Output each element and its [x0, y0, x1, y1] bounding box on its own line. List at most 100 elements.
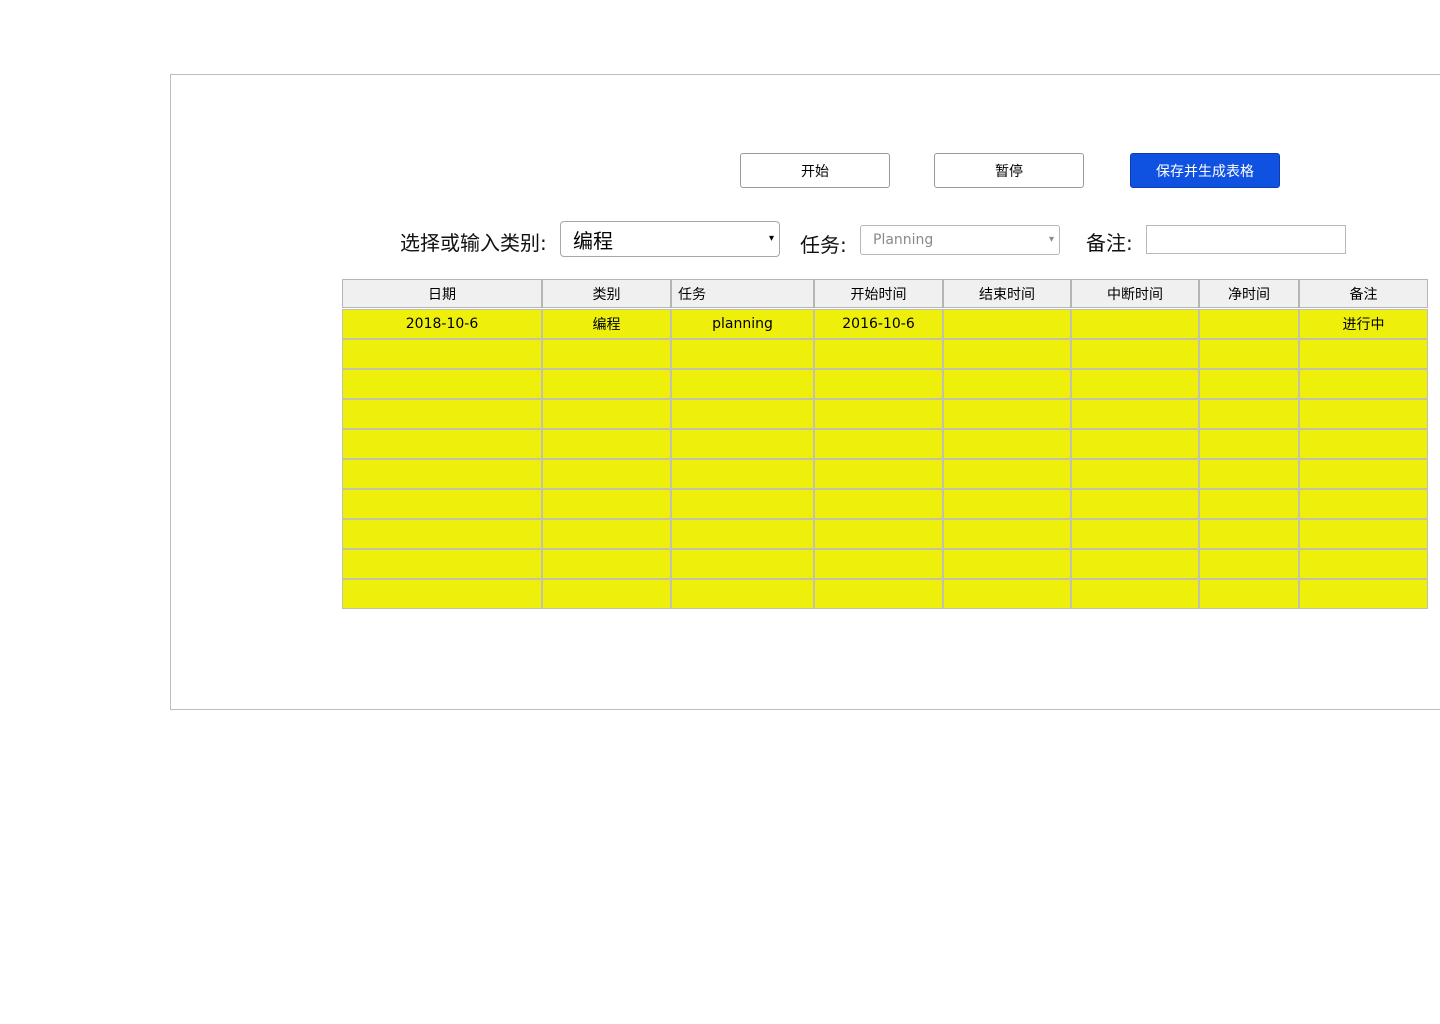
header-interrupt-time[interactable]: 中断时间: [1071, 279, 1199, 308]
table-cell[interactable]: [1199, 309, 1299, 339]
table-cell[interactable]: [342, 369, 542, 399]
table-cell[interactable]: [1071, 339, 1199, 369]
header-category[interactable]: 类别: [542, 279, 671, 308]
table-cell[interactable]: [943, 309, 1071, 339]
table-cell[interactable]: [814, 549, 943, 579]
table-cell[interactable]: [814, 339, 943, 369]
table-cell[interactable]: [342, 399, 542, 429]
table-cell[interactable]: [671, 399, 814, 429]
table-cell[interactable]: 编程: [542, 309, 671, 339]
task-select[interactable]: Planning ▾: [860, 225, 1060, 255]
table-cell[interactable]: [1299, 339, 1428, 369]
table-cell[interactable]: 2016-10-6: [814, 309, 943, 339]
table-cell[interactable]: [542, 459, 671, 489]
table-cell[interactable]: [1071, 549, 1199, 579]
table-cell[interactable]: [542, 549, 671, 579]
table-cell[interactable]: [342, 579, 542, 609]
table-cell[interactable]: [1299, 579, 1428, 609]
table-cell[interactable]: [671, 369, 814, 399]
dropdown-arrow-icon: ▾: [1048, 233, 1054, 245]
table-cell[interactable]: [1071, 519, 1199, 549]
save-and-generate-button[interactable]: 保存并生成表格: [1130, 153, 1280, 188]
header-note[interactable]: 备注: [1299, 279, 1428, 308]
category-select-value: 编程: [573, 228, 613, 253]
table-cell[interactable]: [814, 399, 943, 429]
table-cell[interactable]: [1071, 429, 1199, 459]
table-cell[interactable]: [671, 339, 814, 369]
table-cell[interactable]: [814, 429, 943, 459]
table-cell[interactable]: [1071, 309, 1199, 339]
table-cell[interactable]: [1199, 429, 1299, 459]
category-select[interactable]: 编程 ▾: [560, 221, 780, 257]
table-cell[interactable]: [1299, 549, 1428, 579]
table-cell[interactable]: [943, 549, 1071, 579]
table-cell[interactable]: [1299, 429, 1428, 459]
table-cell[interactable]: [1199, 399, 1299, 429]
table-cell[interactable]: [1299, 399, 1428, 429]
table-cell[interactable]: [814, 489, 943, 519]
header-start-time[interactable]: 开始时间: [814, 279, 943, 308]
pause-button[interactable]: 暂停: [934, 153, 1084, 188]
header-net-time[interactable]: 净时间: [1199, 279, 1299, 308]
table-cell[interactable]: [542, 489, 671, 519]
table-cell[interactable]: [671, 579, 814, 609]
table-cell[interactable]: [943, 489, 1071, 519]
table-cell[interactable]: [542, 429, 671, 459]
table-cell[interactable]: [1299, 459, 1428, 489]
table-cell[interactable]: [1071, 579, 1199, 609]
table-cell[interactable]: [1199, 579, 1299, 609]
table-cell[interactable]: [342, 459, 542, 489]
table-cell[interactable]: 2018-10-6: [342, 309, 542, 339]
table-cell[interactable]: [1299, 519, 1428, 549]
table-cell[interactable]: [814, 459, 943, 489]
table-cell[interactable]: [943, 579, 1071, 609]
table-cell[interactable]: [943, 459, 1071, 489]
table-cell[interactable]: [342, 519, 542, 549]
header-task[interactable]: 任务: [671, 279, 814, 308]
table-cell[interactable]: [1199, 459, 1299, 489]
table-cell[interactable]: [943, 429, 1071, 459]
table-cell[interactable]: [943, 519, 1071, 549]
table-cell[interactable]: [342, 549, 542, 579]
table-cell[interactable]: [671, 549, 814, 579]
table-cell[interactable]: [1199, 339, 1299, 369]
note-input[interactable]: [1146, 225, 1346, 254]
table-cell[interactable]: [342, 489, 542, 519]
table-cell[interactable]: [1071, 399, 1199, 429]
table-cell[interactable]: [542, 519, 671, 549]
table-cell[interactable]: [671, 459, 814, 489]
note-label: 备注:: [1086, 231, 1133, 255]
table-cell[interactable]: [542, 579, 671, 609]
category-label: 选择或输入类别:: [400, 231, 547, 255]
table-cell[interactable]: [814, 369, 943, 399]
start-button[interactable]: 开始: [740, 153, 890, 188]
table-cell[interactable]: [1299, 489, 1428, 519]
table-cell[interactable]: [1299, 369, 1428, 399]
table-cell[interactable]: [542, 399, 671, 429]
table-cell[interactable]: [671, 519, 814, 549]
table-cell[interactable]: [542, 369, 671, 399]
table-cell[interactable]: [943, 339, 1071, 369]
table-cell[interactable]: [1199, 369, 1299, 399]
header-end-time[interactable]: 结束时间: [943, 279, 1071, 308]
table-cell[interactable]: [814, 519, 943, 549]
table-cell[interactable]: [342, 429, 542, 459]
table-cell[interactable]: [342, 339, 542, 369]
table-cell[interactable]: [943, 399, 1071, 429]
table-cell[interactable]: [1071, 459, 1199, 489]
table-cell[interactable]: [671, 489, 814, 519]
table-cell[interactable]: 进行中: [1299, 309, 1428, 339]
table-cell[interactable]: [943, 369, 1071, 399]
table-cell[interactable]: planning: [671, 309, 814, 339]
task-label: 任务:: [800, 233, 847, 257]
table-cell[interactable]: [814, 579, 943, 609]
table-cell[interactable]: [671, 429, 814, 459]
table-cell[interactable]: [1199, 549, 1299, 579]
table-cell[interactable]: [1199, 519, 1299, 549]
table-cell[interactable]: [542, 339, 671, 369]
header-date[interactable]: 日期: [342, 279, 542, 308]
table-cell[interactable]: [1071, 369, 1199, 399]
task-select-placeholder: Planning: [873, 232, 934, 248]
table-cell[interactable]: [1071, 489, 1199, 519]
table-cell[interactable]: [1199, 489, 1299, 519]
